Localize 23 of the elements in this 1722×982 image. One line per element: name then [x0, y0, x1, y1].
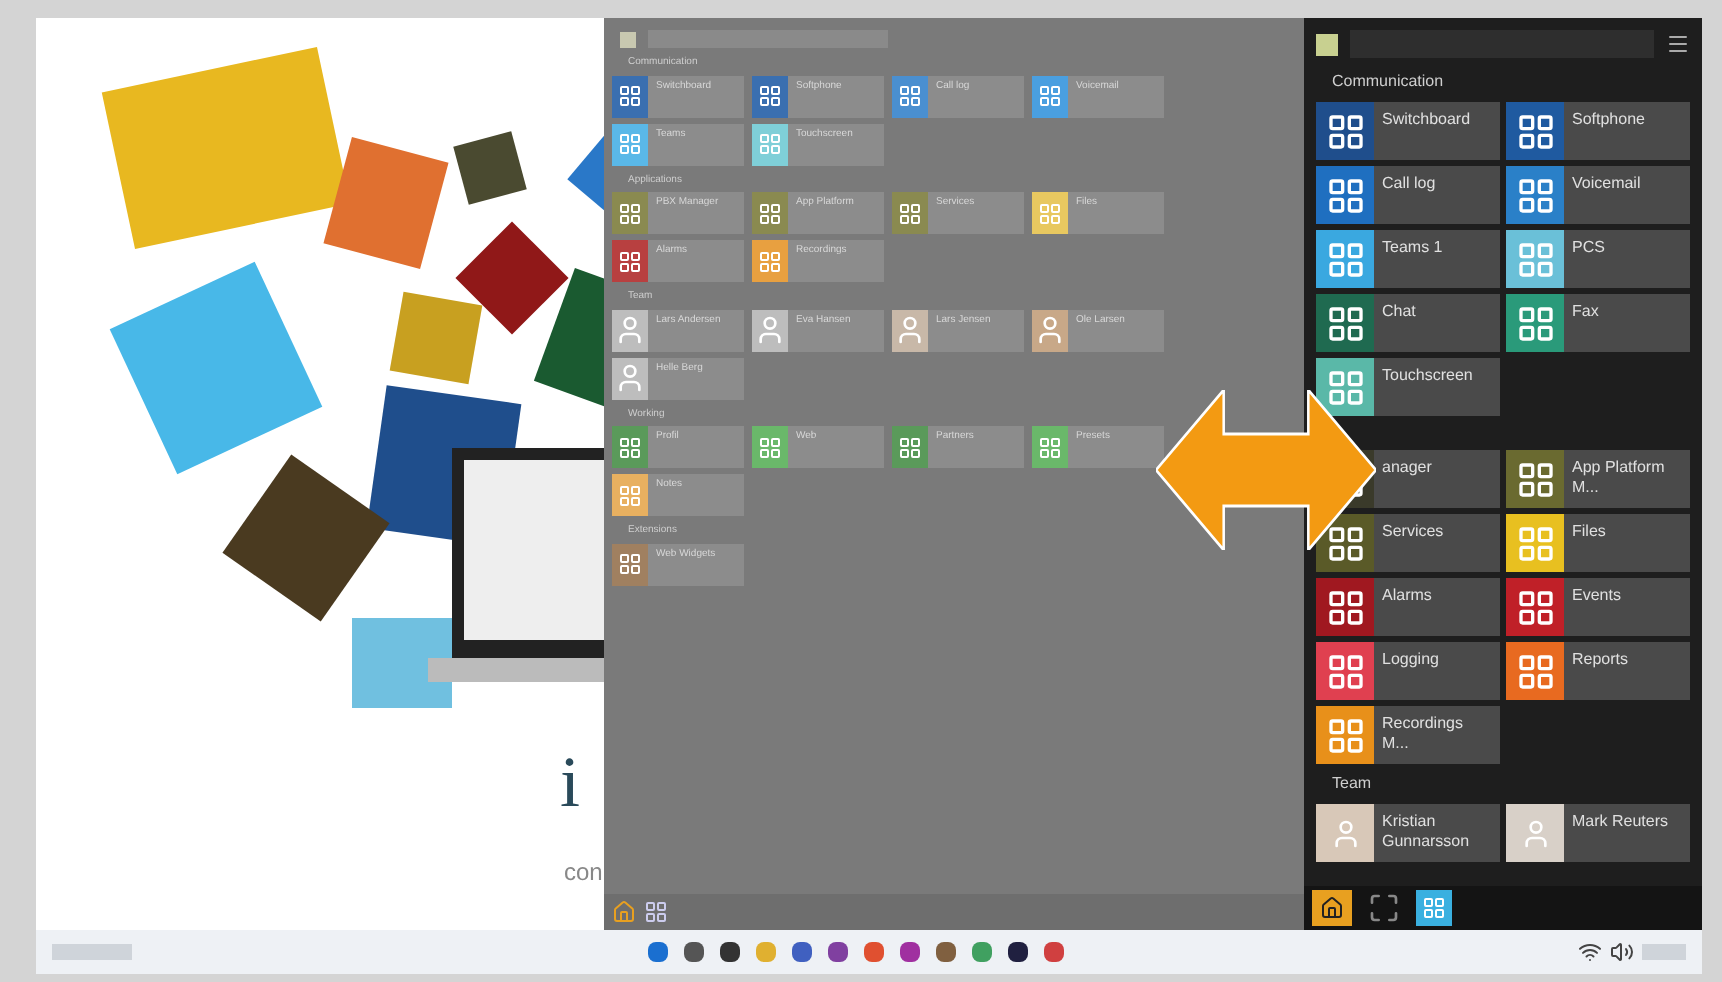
app-tile[interactable]: Reports	[1506, 642, 1690, 700]
app-tile[interactable]: Softphone	[1506, 102, 1690, 160]
brand-heading: i	[560, 740, 581, 826]
app-tile[interactable]: Teams 1	[1316, 230, 1500, 288]
app-tile[interactable]: PCS	[1506, 230, 1690, 288]
app-tile[interactable]: Voicemail	[1506, 166, 1690, 224]
app-tile[interactable]: Chat	[1316, 294, 1500, 352]
section-header[interactable]: Team	[1316, 772, 1690, 796]
app-tile[interactable]: Touchscreen	[1316, 358, 1500, 416]
brand-subheading: con	[564, 856, 603, 890]
section-header[interactable]: Communication	[1316, 70, 1690, 94]
contact-tile[interactable]: Mark Reuters	[1506, 804, 1690, 862]
app-tile[interactable]: Recordings M...	[1316, 706, 1500, 764]
app-tile[interactable]: Services	[1316, 514, 1500, 572]
contact-tile[interactable]: Kristian Gunnarsson	[1316, 804, 1500, 862]
app-tile[interactable]: Alarms	[1316, 578, 1500, 636]
app-tile[interactable]: App Platform M...	[1506, 450, 1690, 508]
app-tile[interactable]: Call log	[1316, 166, 1500, 224]
app-tile[interactable]: Fax	[1506, 294, 1690, 352]
app-tile[interactable]: Logging	[1316, 642, 1500, 700]
app-tile[interactable]: Switchboard	[1316, 102, 1500, 160]
app-tile[interactable]: Events	[1506, 578, 1690, 636]
app-tile[interactable]: Files	[1506, 514, 1690, 572]
